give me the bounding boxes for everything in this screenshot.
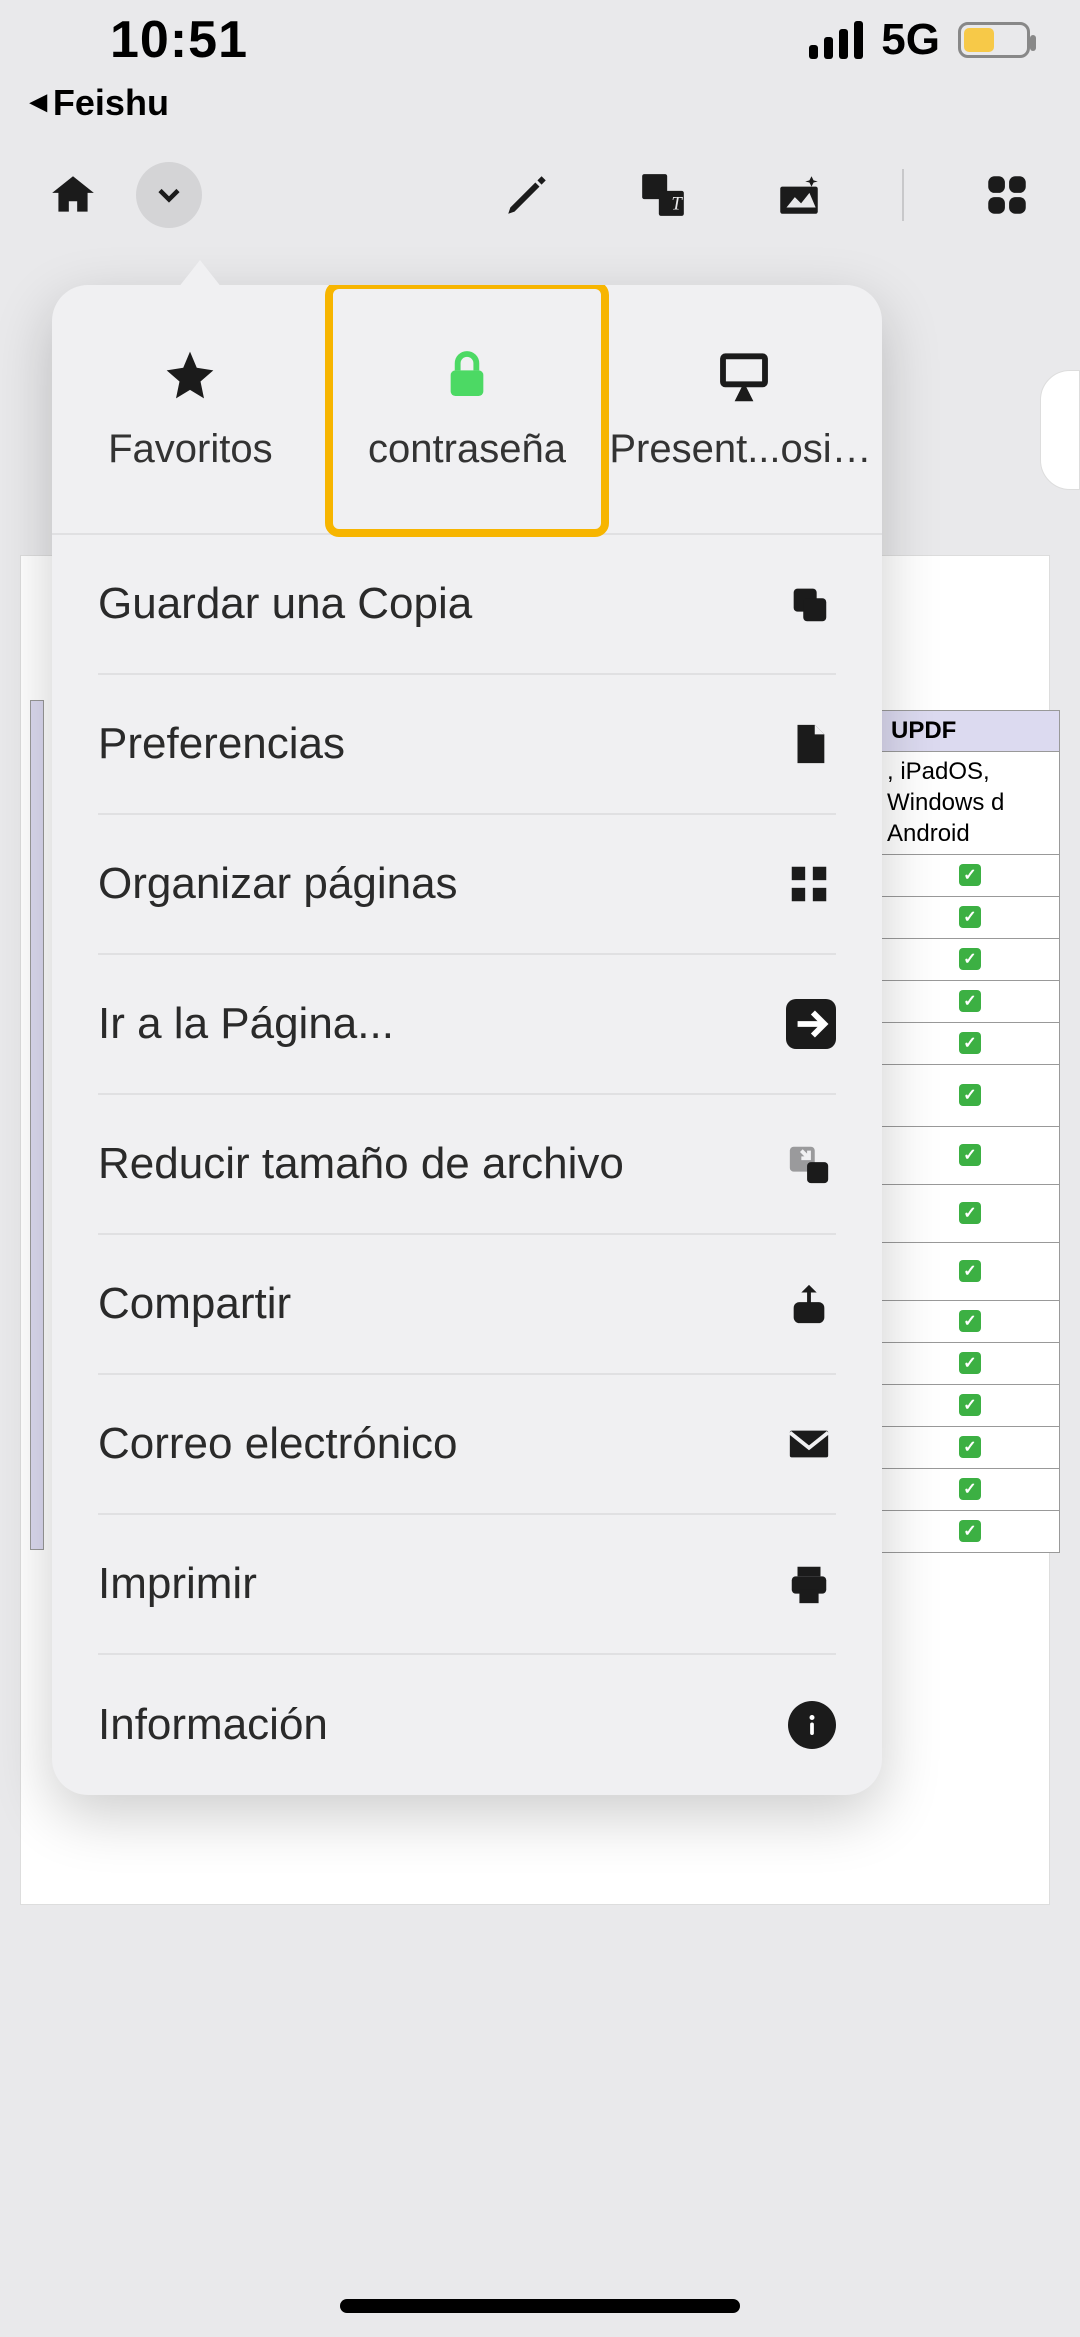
menu-save-copy[interactable]: Guardar una Copia xyxy=(98,535,836,675)
presentation-icon xyxy=(716,347,772,403)
status-right: 5G xyxy=(809,15,1030,65)
menu-print-label: Imprimir xyxy=(98,1559,257,1609)
document-visible-column: UPDF , iPadOS, Windows d Android xyxy=(880,710,1060,1553)
check-icon xyxy=(959,1310,981,1332)
menu-info[interactable]: Información xyxy=(98,1655,836,1795)
status-bar: 10:51 5G xyxy=(0,0,1080,80)
check-icon xyxy=(959,1144,981,1166)
check-icon xyxy=(959,1352,981,1374)
back-to-app[interactable]: Feishu xyxy=(30,82,169,124)
popup-tabs: Favoritos contraseña Present...ositivas xyxy=(52,285,882,535)
check-icon xyxy=(959,1032,981,1054)
side-floating-tab[interactable] xyxy=(1040,370,1080,490)
check-icon xyxy=(959,990,981,1012)
check-icon xyxy=(959,906,981,928)
signal-icon xyxy=(809,21,863,59)
grid-icon xyxy=(782,857,836,911)
menu-preferences[interactable]: Preferencias xyxy=(98,675,836,815)
status-time: 10:51 xyxy=(110,10,248,70)
tab-slideshow-label: Present...ositivas xyxy=(609,427,878,472)
document-icon xyxy=(782,717,836,771)
mail-icon xyxy=(782,1417,836,1471)
tab-favorites[interactable]: Favoritos xyxy=(52,285,329,533)
menu-organize[interactable]: Organizar páginas xyxy=(98,815,836,955)
menu-share[interactable]: Compartir xyxy=(98,1235,836,1375)
toolbar-divider xyxy=(902,169,904,221)
check-icon xyxy=(959,1260,981,1282)
home-button[interactable] xyxy=(40,162,106,228)
menu-reduce-label: Reducir tamaño de archivo xyxy=(98,1139,624,1189)
dropdown-menu-button[interactable] xyxy=(136,162,202,228)
check-icon xyxy=(959,1202,981,1224)
arrow-right-icon xyxy=(786,999,836,1049)
info-icon xyxy=(788,1701,836,1749)
doc-subheader-cell: , iPadOS, Windows d Android xyxy=(880,752,1060,855)
printer-icon xyxy=(782,1557,836,1611)
menu-email[interactable]: Correo electrónico xyxy=(98,1375,836,1515)
compress-icon xyxy=(782,1137,836,1191)
star-icon xyxy=(162,347,218,403)
document-left-column xyxy=(30,700,44,1550)
check-icon xyxy=(959,1436,981,1458)
tab-favorites-label: Favoritos xyxy=(108,427,273,472)
check-icon xyxy=(959,864,981,886)
menu-list: Guardar una Copia Preferencias Organizar… xyxy=(52,535,882,1795)
menu-email-label: Correo electrónico xyxy=(98,1419,458,1469)
menu-organize-label: Organizar páginas xyxy=(98,859,458,909)
check-icon xyxy=(959,1520,981,1542)
battery-icon xyxy=(958,22,1030,58)
share-icon xyxy=(782,1277,836,1331)
menu-reduce-size[interactable]: Reducir tamaño de archivo xyxy=(98,1095,836,1235)
check-icon xyxy=(959,1084,981,1106)
menu-save-copy-label: Guardar una Copia xyxy=(98,579,472,629)
top-toolbar: T xyxy=(0,140,1080,250)
check-icon xyxy=(959,948,981,970)
menu-share-label: Compartir xyxy=(98,1279,291,1329)
menu-info-label: Información xyxy=(98,1700,328,1750)
apps-grid-icon[interactable] xyxy=(974,162,1040,228)
menu-preferences-label: Preferencias xyxy=(98,719,345,769)
menu-print[interactable]: Imprimir xyxy=(98,1515,836,1655)
svg-text:T: T xyxy=(671,194,683,215)
highlighter-icon[interactable] xyxy=(494,162,560,228)
network-label: 5G xyxy=(881,15,940,65)
popup-pointer xyxy=(178,260,222,288)
insert-image-icon[interactable] xyxy=(766,162,832,228)
tab-password-label: contraseña xyxy=(368,427,566,472)
dropdown-popup: Favoritos contraseña Present...ositivas … xyxy=(52,285,882,1795)
menu-goto-label: Ir a la Página... xyxy=(98,999,394,1049)
text-image-icon[interactable]: T xyxy=(630,162,696,228)
doc-header-cell: UPDF xyxy=(880,710,1060,752)
lock-icon xyxy=(439,347,495,403)
tab-password[interactable]: contraseña xyxy=(329,285,606,533)
menu-goto-page[interactable]: Ir a la Página... xyxy=(98,955,836,1095)
home-indicator[interactable] xyxy=(340,2299,740,2313)
copy-icon xyxy=(782,577,836,631)
tab-slideshow[interactable]: Present...ositivas xyxy=(605,285,882,533)
check-icon xyxy=(959,1478,981,1500)
check-icon xyxy=(959,1394,981,1416)
